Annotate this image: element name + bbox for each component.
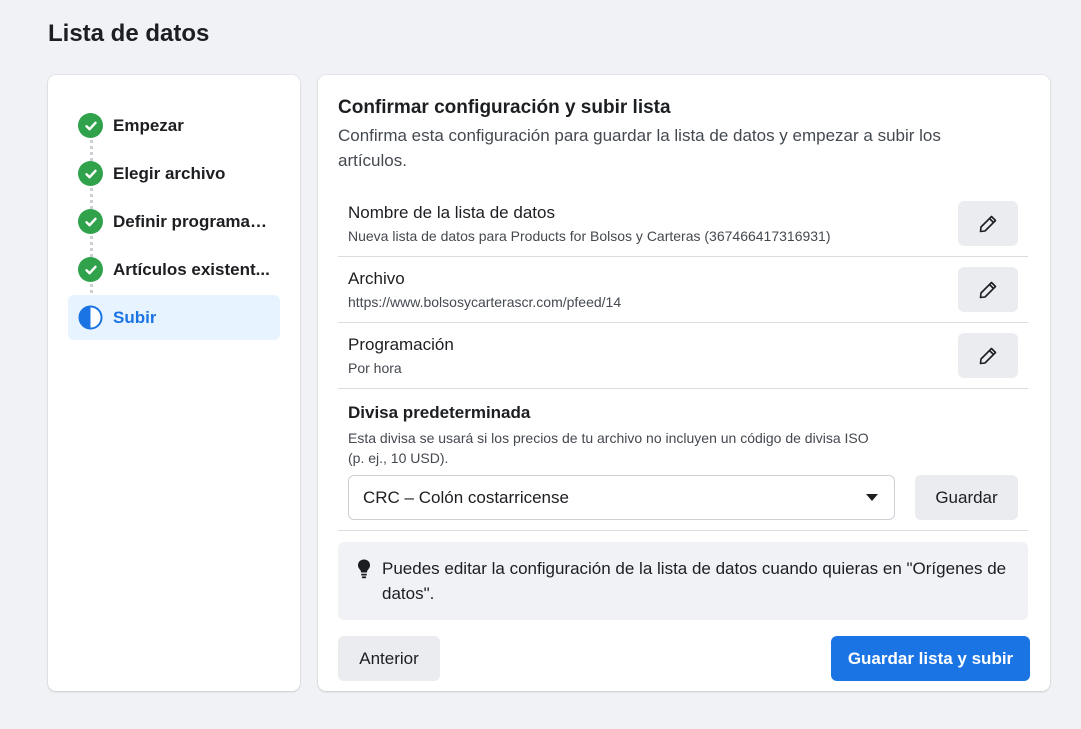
save-currency-button[interactable]: Guardar bbox=[915, 475, 1018, 520]
previous-button[interactable]: Anterior bbox=[338, 636, 440, 681]
currency-selected-value: CRC – Colón costarricense bbox=[363, 487, 569, 507]
setting-row-feed-name: Nombre de la lista de datos Nueva lista … bbox=[338, 191, 1028, 257]
step-label: Empezar bbox=[113, 115, 184, 135]
confirm-panel: Confirmar configuración y subir lista Co… bbox=[318, 75, 1050, 691]
settings-list: Nombre de la lista de datos Nueva lista … bbox=[338, 191, 1028, 531]
default-currency-section: Divisa predeterminada Esta divisa se usa… bbox=[338, 389, 1028, 531]
half-circle-progress-icon bbox=[78, 305, 103, 330]
check-circle-icon bbox=[78, 257, 103, 282]
pencil-icon bbox=[979, 215, 997, 232]
step-label: Definir programac... bbox=[113, 211, 273, 231]
edit-schedule-button[interactable] bbox=[958, 333, 1018, 378]
pencil-icon bbox=[979, 281, 997, 298]
step-list: Empezar Elegir archivo Definir programac… bbox=[68, 103, 280, 340]
setting-title: Archivo bbox=[348, 269, 405, 288]
setting-title: Nombre de la lista de datos bbox=[348, 203, 555, 222]
step-label: Subir bbox=[113, 307, 157, 327]
currency-title: Divisa predeterminada bbox=[348, 403, 531, 422]
edit-file-button[interactable] bbox=[958, 267, 1018, 312]
info-tip: Puedes editar la configuración de la lis… bbox=[338, 542, 1028, 620]
step-label: Elegir archivo bbox=[113, 163, 226, 183]
caret-down-icon bbox=[866, 494, 878, 501]
edit-feed-name-button[interactable] bbox=[958, 201, 1018, 246]
setting-value: https://www.bolsosycarterascr.com/pfeed/… bbox=[348, 294, 622, 310]
step-definir-programacion[interactable]: Definir programac... bbox=[68, 199, 280, 244]
footer-actions: Anterior Guardar lista y subir bbox=[338, 636, 1030, 681]
step-elegir-archivo[interactable]: Elegir archivo bbox=[68, 151, 280, 196]
tip-text: Puedes editar la configuración de la lis… bbox=[382, 559, 1007, 603]
setting-title: Programación bbox=[348, 335, 454, 354]
pencil-icon bbox=[979, 347, 997, 364]
lightbulb-icon bbox=[358, 559, 370, 579]
check-circle-icon bbox=[78, 209, 103, 234]
step-label: Artículos existent... bbox=[113, 259, 270, 279]
check-circle-icon bbox=[78, 161, 103, 186]
save-and-upload-button[interactable]: Guardar lista y subir bbox=[831, 636, 1030, 681]
setting-value: Por hora bbox=[348, 360, 402, 376]
setting-row-schedule: Programación Por hora bbox=[338, 323, 1028, 389]
page-title: Lista de datos bbox=[48, 20, 210, 47]
section-heading: Confirmar configuración y subir lista bbox=[338, 97, 671, 118]
check-circle-icon bbox=[78, 113, 103, 138]
section-subtitle: Confirma esta configuración para guardar… bbox=[338, 126, 941, 170]
setting-value: Nueva lista de datos para Products for B… bbox=[348, 228, 831, 244]
stepper-panel: Empezar Elegir archivo Definir programac… bbox=[48, 75, 300, 691]
currency-description: Esta divisa se usará si los precios de t… bbox=[348, 430, 869, 466]
currency-select[interactable]: CRC – Colón costarricense bbox=[348, 475, 895, 520]
step-empezar[interactable]: Empezar bbox=[68, 103, 280, 148]
step-articulos-existentes[interactable]: Artículos existent... bbox=[68, 247, 280, 292]
setting-row-file: Archivo https://www.bolsosycarterascr.co… bbox=[338, 257, 1028, 323]
step-subir[interactable]: Subir bbox=[68, 295, 280, 340]
